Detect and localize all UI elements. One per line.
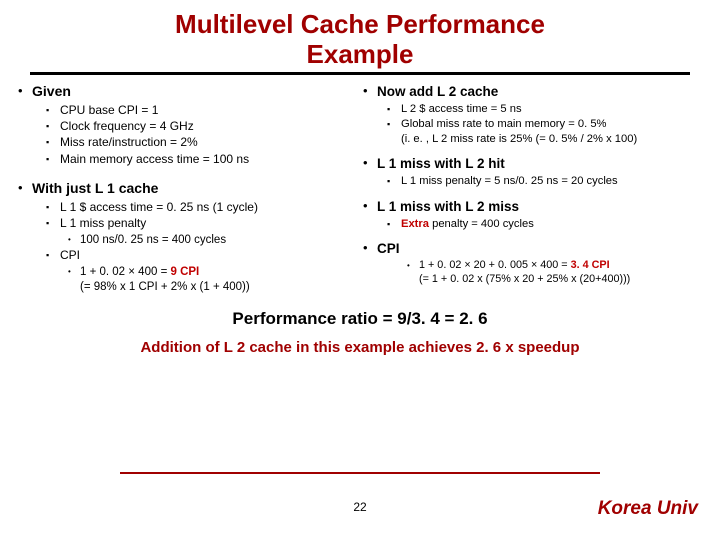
bullet-icon: •: [363, 198, 377, 215]
l2-item: ▪L 2 $ access time = 5 ns: [387, 102, 702, 116]
cpi-result: 3. 4 CPI: [571, 259, 610, 271]
given-item: ▪Clock frequency = 4 GHz: [46, 119, 357, 134]
speedup-conclusion: Addition of L 2 cache in this example ac…: [0, 339, 720, 356]
bullet-icon: •: [68, 233, 80, 248]
footer-rule: [120, 472, 600, 474]
bullet-icon: •: [363, 240, 377, 257]
brand-label: Korea Univ: [598, 498, 698, 520]
l1-miss-item: ▪Extra penalty = 400 cycles: [387, 217, 702, 231]
cpi-calc: • 1 + 0. 02 × 400 = 9 CPI (= 98% x 1 CPI…: [68, 265, 357, 294]
square-icon: ▪: [46, 135, 60, 150]
right-column: • Now add L 2 cache ▪L 2 $ access time =…: [363, 81, 702, 295]
cpi-heading: ▪CPI: [46, 248, 357, 263]
add-l2-heading: • Now add L 2 cache: [363, 83, 702, 100]
content-columns: • Given ▪CPU base CPI = 1 ▪Clock frequen…: [0, 81, 720, 295]
bullet-icon: •: [18, 83, 32, 101]
l1-item: ▪L 1 $ access time = 0. 25 ns (1 cycle): [46, 200, 357, 215]
title-line1: Multilevel Cache Performance: [175, 9, 545, 39]
bullet-icon: •: [68, 265, 80, 294]
l1-hit-label: L 1 miss with L 2 hit: [377, 155, 702, 172]
cpi-calc-pre: 1 + 0. 02 × 20 + 0. 005 × 400 =: [419, 259, 571, 271]
l1-subitem: •100 ns/0. 25 ns = 400 cycles: [68, 233, 357, 248]
cpi-calc-alt: (= 1 + 0. 02 x (75% x 20 + 25% x (20+400…: [419, 273, 630, 285]
bullet-icon: •: [363, 155, 377, 172]
square-icon: ▪: [387, 217, 401, 231]
given-item: ▪Miss rate/instruction = 2%: [46, 135, 357, 150]
performance-ratio: Performance ratio = 9/3. 4 = 2. 6: [0, 309, 720, 329]
square-icon: ▪: [46, 119, 60, 134]
bullet-icon: •: [407, 259, 419, 287]
cpi-label: CPI: [377, 240, 702, 257]
bullet-icon: •: [363, 83, 377, 100]
given-item: ▪CPU base CPI = 1: [46, 103, 357, 118]
extra-emphasis: Extra: [401, 218, 429, 230]
given-heading: • Given: [18, 83, 357, 101]
square-icon: ▪: [46, 216, 60, 231]
l1-hit-item: ▪L 1 miss penalty = 5 ns/0. 25 ns = 20 c…: [387, 174, 702, 188]
square-icon: ▪: [46, 103, 60, 118]
cpi-calc: • 1 + 0. 02 × 20 + 0. 005 × 400 = 3. 4 C…: [407, 259, 702, 287]
given-item: ▪Main memory access time = 100 ns: [46, 152, 357, 167]
l1-item: ▪L 1 miss penalty: [46, 216, 357, 231]
with-l1-heading: • With just L 1 cache: [18, 180, 357, 198]
l2-item: ▪Global miss rate to main memory = 0. 5%…: [387, 117, 702, 146]
square-icon: ▪: [387, 117, 401, 146]
bullet-icon: •: [18, 180, 32, 198]
title-line2: Example: [307, 39, 414, 69]
left-column: • Given ▪CPU base CPI = 1 ▪Clock frequen…: [18, 81, 357, 295]
with-l1-label: With just L 1 cache: [32, 180, 357, 198]
cpi-result: 9 CPI: [170, 266, 199, 278]
slide-title: Multilevel Cache Performance Example: [0, 0, 720, 70]
square-icon: ▪: [46, 200, 60, 215]
cpi-calc-alt: (= 98% x 1 CPI + 2% x (1 + 400)): [80, 281, 250, 293]
square-icon: ▪: [387, 102, 401, 116]
square-icon: ▪: [46, 152, 60, 167]
l1-miss-label: L 1 miss with L 2 miss: [377, 198, 702, 215]
cpi-calc-pre: 1 + 0. 02 × 400 =: [80, 266, 170, 278]
square-icon: ▪: [46, 248, 60, 263]
slide: Multilevel Cache Performance Example • G…: [0, 0, 720, 540]
add-l2-label: Now add L 2 cache: [377, 83, 702, 100]
given-label: Given: [32, 83, 357, 101]
cpi-heading: • CPI: [363, 240, 702, 257]
square-icon: ▪: [387, 174, 401, 188]
l1-hit-heading: • L 1 miss with L 2 hit: [363, 155, 702, 172]
l1-miss-heading: • L 1 miss with L 2 miss: [363, 198, 702, 215]
title-rule: [30, 72, 690, 75]
